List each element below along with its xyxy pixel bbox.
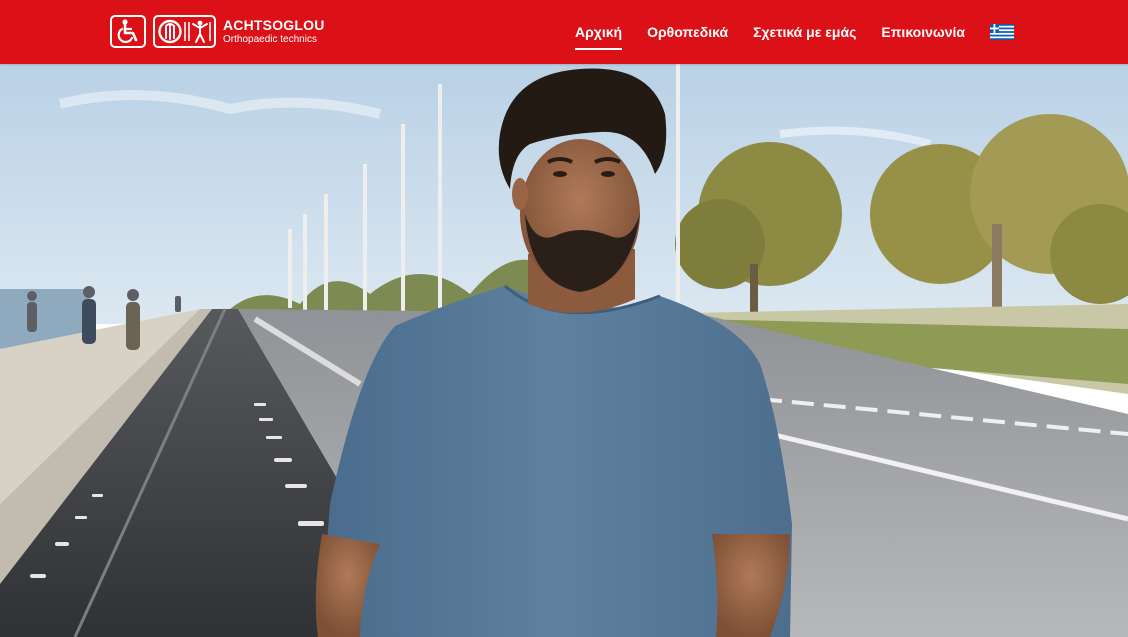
brand-text: ACHTSOGLOU Orthopaedic technics (223, 16, 325, 46)
site-header: ACHTSOGLOU Orthopaedic technics Αρχική Ο… (0, 0, 1128, 64)
nav-item-about[interactable]: Σχετικά με εμάς (753, 0, 856, 64)
brand-tagline: Orthopaedic technics (223, 33, 317, 45)
hero-scene-image (0, 64, 1128, 637)
nav-item-home[interactable]: Αρχική (575, 0, 623, 64)
brand-name: ACHTSOGLOU (223, 16, 325, 33)
nav-item-orthopaedics[interactable]: Ορθοπεδικά (647, 0, 728, 64)
page: ACHTSOGLOU Orthopaedic technics Αρχική Ο… (0, 0, 1128, 637)
wheelchair-icon (110, 15, 146, 48)
brand-logo-link[interactable]: ACHTSOGLOU Orthopaedic technics (110, 13, 325, 50)
nav-item-contact[interactable]: Επικοινωνία (881, 0, 965, 64)
greek-flag-icon[interactable] (990, 24, 1014, 40)
orthopaedic-logo-icon (153, 15, 216, 48)
main-nav: Αρχική Ορθοπεδικά Σχετικά με εμάς Επικοι… (575, 0, 1014, 64)
hero-video[interactable] (0, 64, 1128, 637)
